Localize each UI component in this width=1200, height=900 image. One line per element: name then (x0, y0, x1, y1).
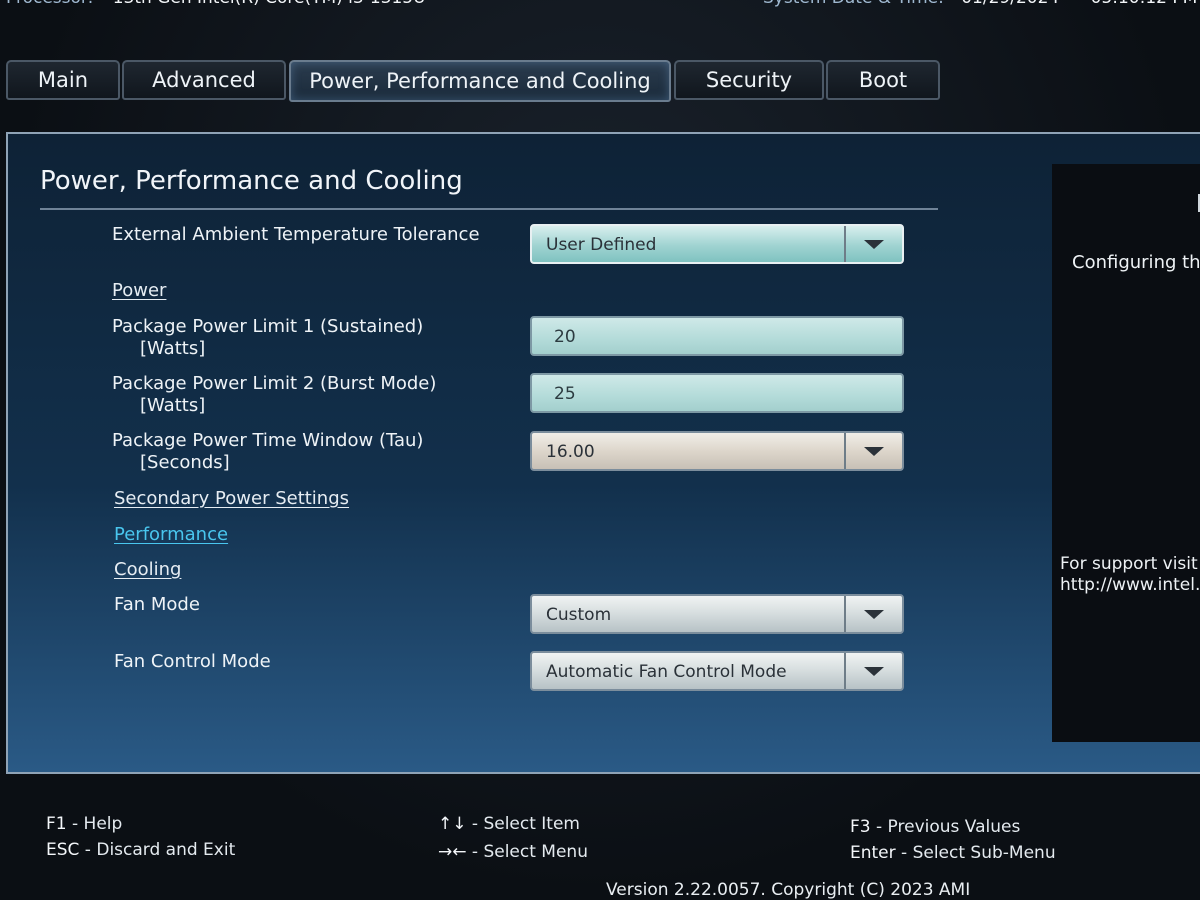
tab-power-performance-cooling[interactable]: Power, Performance and Cooling (289, 60, 671, 102)
tab-bar: Main Advanced Power, Performance and Coo… (0, 58, 1200, 104)
tab-boot[interactable]: Boot (826, 60, 940, 100)
tab-advanced[interactable]: Advanced (122, 60, 286, 100)
f1-action: - Help (66, 814, 123, 834)
settings-panel: Power, Performance and Cooling External … (6, 132, 1200, 774)
processor-value: 13th Gen Intel(R) Core(TM) i3-1315U (113, 0, 426, 8)
system-time[interactable]: 05:10:12 PM (1091, 0, 1198, 8)
esc-action: - Discard and Exit (79, 840, 236, 860)
previous-values-hint: F3 - Previous Values (850, 817, 1020, 837)
datetime-label: System Date & Time: (763, 0, 944, 8)
processor-info: Processor: 13th Gen Intel(R) Core(TM) i3… (6, 0, 426, 8)
leftright-action: - Select Menu (466, 842, 588, 862)
enter-key: Enter (850, 843, 896, 863)
tab-security[interactable]: Security (674, 60, 824, 100)
chevron-down-icon[interactable] (844, 433, 902, 469)
help-pane: Configuring the For support visit http:/… (1052, 164, 1200, 742)
ppl1-label-text: Package Power Limit 1 (Sustained) (112, 316, 424, 337)
processor-label: Processor: (6, 0, 93, 8)
chevron-down-icon[interactable] (844, 596, 902, 632)
help-text: Configuring the (1072, 252, 1200, 273)
up-down-arrows-icon: ↑↓ (438, 814, 467, 834)
ppl2-input[interactable]: 25 (530, 373, 904, 413)
performance-link[interactable]: Performance (114, 524, 228, 545)
tau-unit: [Seconds] (140, 452, 230, 473)
bios-screen: Processor: 13th Gen Intel(R) Core(TM) i3… (0, 0, 1200, 900)
support-url: http://www.intel.c (1060, 575, 1200, 595)
fan-control-mode-value: Automatic Fan Control Mode (546, 662, 787, 682)
select-item-hint: ↑↓ - Select Item (438, 814, 580, 834)
tau-label-text: Package Power Time Window (Tau) (112, 430, 424, 451)
fan-mode-value: Custom (546, 605, 612, 625)
top-info-bar: Processor: 13th Gen Intel(R) Core(TM) i3… (0, 0, 1200, 14)
exit-key-hint: ESC - Discard and Exit (46, 840, 235, 860)
f3-key: F3 (850, 817, 871, 837)
f3-action: - Previous Values (870, 817, 1021, 837)
ambient-tolerance-select[interactable]: User Defined (530, 224, 904, 264)
ambient-tolerance-label: External Ambient Temperature Tolerance (112, 224, 480, 245)
tab-main[interactable]: Main (6, 60, 120, 100)
left-right-arrows-icon: →← (438, 842, 467, 862)
ppl1-label: Package Power Limit 1 (Sustained) [Watts… (112, 316, 423, 360)
esc-key: ESC (46, 840, 80, 860)
system-date[interactable]: 01/29/2024 (961, 0, 1059, 8)
fan-mode-label: Fan Mode (114, 594, 200, 615)
select-menu-hint: →← - Select Menu (438, 842, 588, 862)
updown-action: - Select Item (466, 814, 580, 834)
ambient-tolerance-value: User Defined (546, 235, 657, 255)
version-copyright: Version 2.22.0057. Copyright (C) 2023 AM… (606, 880, 971, 900)
fan-control-mode-select[interactable]: Automatic Fan Control Mode (530, 651, 904, 691)
sub-menu-hint: Enter - Select Sub-Menu (850, 843, 1056, 863)
chevron-down-icon[interactable] (844, 653, 902, 689)
page-title: Power, Performance and Cooling (40, 166, 463, 196)
tau-label: Package Power Time Window (Tau) [Seconds… (112, 430, 423, 474)
ppl2-label-text: Package Power Limit 2 (Burst Mode) (112, 373, 437, 394)
system-datetime: System Date & Time: 01/29/2024 05:10:12 … (763, 0, 1197, 8)
footer-keys: F1 - Help ESC - Discard and Exit ↑↓ - Se… (0, 800, 1200, 900)
help-key-hint: F1 - Help (46, 814, 122, 834)
ppl1-input[interactable]: 20 (530, 316, 904, 356)
ppl1-unit: [Watts] (140, 338, 206, 359)
cooling-link[interactable]: Cooling (114, 559, 181, 580)
ppl2-unit: [Watts] (140, 395, 206, 416)
secondary-power-settings-link[interactable]: Secondary Power Settings (114, 488, 349, 509)
f1-key: F1 (46, 814, 67, 834)
support-info: For support visit http://www.intel.c (1060, 554, 1200, 596)
support-line-1: For support visit (1060, 554, 1198, 574)
tau-value: 16.00 (546, 442, 595, 462)
fan-mode-select[interactable]: Custom (530, 594, 904, 634)
fan-control-mode-label: Fan Control Mode (114, 651, 271, 672)
title-divider (40, 208, 938, 210)
tau-select[interactable]: 16.00 (530, 431, 904, 471)
ppl2-label: Package Power Limit 2 (Burst Mode) [Watt… (112, 373, 436, 417)
chevron-down-icon[interactable] (844, 226, 902, 262)
enter-action: - Select Sub-Menu (895, 843, 1056, 863)
power-section-link[interactable]: Power (112, 280, 166, 301)
